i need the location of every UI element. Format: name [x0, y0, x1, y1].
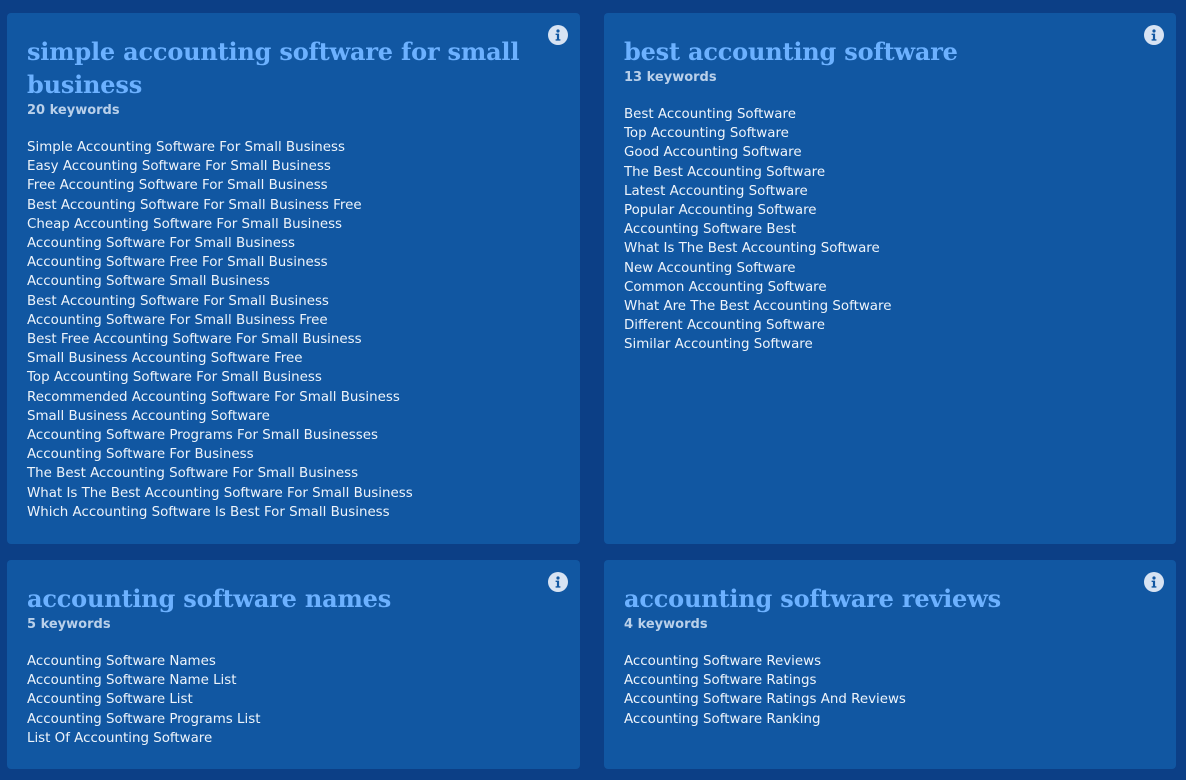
keyword-item[interactable]: The Best Accounting Software — [624, 163, 1156, 182]
info-icon[interactable] — [1144, 572, 1164, 592]
keyword-cluster-grid: simple accounting software for small bus… — [0, 0, 1186, 780]
keyword-item[interactable]: Accounting Software Name List — [27, 671, 560, 690]
keyword-item[interactable]: Similar Accounting Software — [624, 335, 1156, 354]
cluster-title[interactable]: simple accounting software for small bus… — [27, 35, 560, 101]
keyword-item[interactable]: Good Accounting Software — [624, 143, 1156, 162]
keyword-item[interactable]: Top Accounting Software — [624, 124, 1156, 143]
keyword-cluster-card: best accounting software 13 keywords Bes… — [604, 13, 1176, 544]
keyword-item[interactable]: New Accounting Software — [624, 259, 1156, 278]
keyword-item[interactable]: Different Accounting Software — [624, 316, 1156, 335]
cluster-title[interactable]: accounting software names — [27, 582, 560, 615]
keyword-cluster-card: simple accounting software for small bus… — [7, 13, 580, 544]
keyword-item[interactable]: Accounting Software Ratings And Reviews — [624, 690, 1156, 709]
keyword-item[interactable]: Best Free Accounting Software For Small … — [27, 330, 560, 349]
keyword-item[interactable]: Recommended Accounting Software For Smal… — [27, 388, 560, 407]
keyword-item[interactable]: Accounting Software Programs For Small B… — [27, 426, 560, 445]
keyword-item[interactable]: Accounting Software Reviews — [624, 652, 1156, 671]
keyword-count: 4 keywords — [624, 617, 708, 632]
keyword-item[interactable]: Small Business Accounting Software — [27, 407, 560, 426]
keyword-item[interactable]: Latest Accounting Software — [624, 182, 1156, 201]
keyword-item[interactable]: Best Accounting Software — [624, 105, 1156, 124]
keyword-item[interactable]: The Best Accounting Software For Small B… — [27, 464, 560, 483]
keyword-item[interactable]: Accounting Software For Small Business F… — [27, 311, 560, 330]
keyword-item[interactable]: Best Accounting Software For Small Busin… — [27, 196, 560, 215]
info-icon[interactable] — [548, 572, 568, 592]
keyword-list: Simple Accounting Software For Small Bus… — [27, 138, 560, 522]
keyword-item[interactable]: Easy Accounting Software For Small Busin… — [27, 157, 560, 176]
keyword-item[interactable]: Best Accounting Software For Small Busin… — [27, 292, 560, 311]
keyword-item[interactable]: Small Business Accounting Software Free — [27, 349, 560, 368]
keyword-item[interactable]: Popular Accounting Software — [624, 201, 1156, 220]
keyword-item[interactable]: Common Accounting Software — [624, 278, 1156, 297]
keyword-item[interactable]: Accounting Software Ratings — [624, 671, 1156, 690]
cluster-title[interactable]: accounting software reviews — [624, 582, 1156, 615]
keyword-cluster-card: accounting software reviews 4 keywords A… — [604, 560, 1176, 769]
keyword-item[interactable]: What Is The Best Accounting Software For… — [27, 484, 560, 503]
keyword-count: 20 keywords — [27, 103, 120, 118]
keyword-item[interactable]: Top Accounting Software For Small Busine… — [27, 368, 560, 387]
keyword-item[interactable]: List Of Accounting Software — [27, 729, 560, 748]
keyword-item[interactable]: Accounting Software For Business — [27, 445, 560, 464]
keyword-item[interactable]: Accounting Software List — [27, 690, 560, 709]
keyword-item[interactable]: Accounting Software Best — [624, 220, 1156, 239]
keyword-item[interactable]: What Is The Best Accounting Software — [624, 239, 1156, 258]
keyword-item[interactable]: What Are The Best Accounting Software — [624, 297, 1156, 316]
keyword-list: Accounting Software Names Accounting Sof… — [27, 652, 560, 748]
keyword-item[interactable]: Simple Accounting Software For Small Bus… — [27, 138, 560, 157]
keyword-list: Accounting Software Reviews Accounting S… — [624, 652, 1156, 729]
keyword-item[interactable]: Accounting Software Small Business — [27, 272, 560, 291]
keyword-item[interactable]: Free Accounting Software For Small Busin… — [27, 176, 560, 195]
keyword-item[interactable]: Accounting Software Free For Small Busin… — [27, 253, 560, 272]
keyword-item[interactable]: Accounting Software Programs List — [27, 710, 560, 729]
keyword-item[interactable]: Cheap Accounting Software For Small Busi… — [27, 215, 560, 234]
cluster-title[interactable]: best accounting software — [624, 35, 1156, 68]
info-icon[interactable] — [1144, 25, 1164, 45]
info-icon[interactable] — [548, 25, 568, 45]
keyword-cluster-card: accounting software names 5 keywords Acc… — [7, 560, 580, 769]
keyword-item[interactable]: Accounting Software Ranking — [624, 710, 1156, 729]
keyword-count: 13 keywords — [624, 70, 717, 85]
keyword-count: 5 keywords — [27, 617, 111, 632]
keyword-item[interactable]: Accounting Software Names — [27, 652, 560, 671]
keyword-item[interactable]: Accounting Software For Small Business — [27, 234, 560, 253]
keyword-list: Best Accounting Software Top Accounting … — [624, 105, 1156, 355]
keyword-item[interactable]: Which Accounting Software Is Best For Sm… — [27, 503, 560, 522]
